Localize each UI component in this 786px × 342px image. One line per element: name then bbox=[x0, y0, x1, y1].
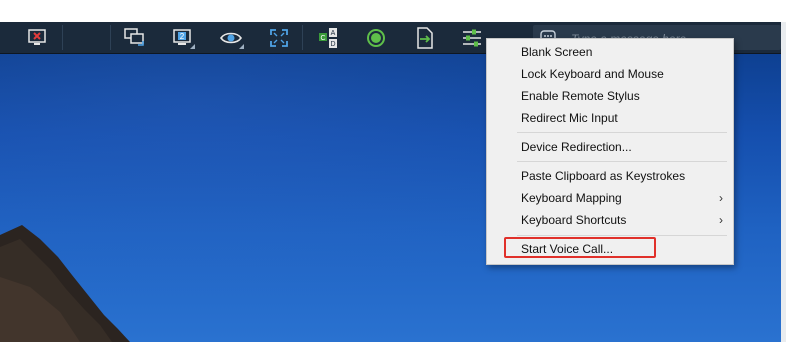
end-session-icon bbox=[28, 28, 46, 45]
fullscreen-button[interactable] bbox=[264, 25, 294, 50]
menu-separator bbox=[517, 132, 727, 133]
svg-text:C: C bbox=[320, 35, 325, 42]
record-icon bbox=[367, 28, 385, 47]
actions-menu-icon bbox=[463, 29, 481, 46]
submenu-chevron-icon: › bbox=[719, 213, 723, 227]
file-transfer-button[interactable] bbox=[410, 25, 440, 50]
actions-menu-button[interactable] bbox=[457, 25, 487, 50]
ctrl-alt-del-icon: C A D bbox=[319, 27, 337, 48]
dropdown-indicator bbox=[239, 44, 244, 49]
toolbar-separator bbox=[110, 25, 111, 50]
menu-item-enable-remote-stylus[interactable]: Enable Remote Stylus bbox=[487, 85, 733, 107]
menu-item-label: Lock Keyboard and Mouse bbox=[521, 67, 664, 81]
toolbar-separator bbox=[62, 25, 63, 50]
menu-item-redirect-mic-input[interactable]: Redirect Mic Input bbox=[487, 107, 733, 129]
menu-item-blank-screen[interactable]: Blank Screen bbox=[487, 41, 733, 63]
menu-item-label: Paste Clipboard as Keystrokes bbox=[521, 169, 686, 183]
menu-separator bbox=[517, 235, 727, 236]
toolbar-separator bbox=[302, 25, 303, 50]
menu-item-keyboard-shortcuts[interactable]: Keyboard Shortcuts › bbox=[487, 209, 733, 231]
menu-item-label: Enable Remote Stylus bbox=[521, 89, 640, 103]
annotation-highlight-box bbox=[504, 237, 656, 258]
wallpaper-rock bbox=[0, 225, 130, 342]
menu-item-label: Keyboard Mapping bbox=[521, 191, 622, 205]
view-options-button[interactable] bbox=[216, 25, 246, 50]
menu-item-label: Keyboard Shortcuts bbox=[521, 213, 627, 227]
actions-dropdown-menu: Blank Screen Lock Keyboard and Mouse Ena… bbox=[486, 38, 734, 265]
record-button[interactable] bbox=[361, 25, 391, 50]
fullscreen-icon bbox=[270, 28, 288, 47]
svg-text:A: A bbox=[331, 30, 336, 37]
ctrl-alt-del-button[interactable]: C A D bbox=[313, 25, 343, 50]
menu-item-keyboard-mapping[interactable]: Keyboard Mapping › bbox=[487, 187, 733, 209]
menu-item-lock-keyboard-mouse[interactable]: Lock Keyboard and Mouse bbox=[487, 63, 733, 85]
dropdown-indicator bbox=[190, 44, 195, 49]
menu-item-label: Blank Screen bbox=[521, 45, 593, 59]
menu-separator bbox=[517, 161, 727, 162]
file-transfer-icon bbox=[417, 26, 433, 49]
end-session-button[interactable] bbox=[22, 25, 52, 50]
monitor-2-icon: 2 bbox=[173, 28, 191, 45]
monitor-select-button[interactable]: 2 bbox=[167, 25, 197, 50]
svg-text:2: 2 bbox=[180, 32, 185, 41]
menu-item-paste-clipboard-keystrokes[interactable]: Paste Clipboard as Keystrokes bbox=[487, 165, 733, 187]
svg-text:D: D bbox=[330, 41, 335, 48]
submenu-chevron-icon: › bbox=[719, 191, 723, 205]
switch-monitor-button[interactable] bbox=[120, 25, 150, 50]
window-edge bbox=[781, 22, 786, 342]
menu-item-label: Redirect Mic Input bbox=[521, 111, 618, 125]
menu-item-label: Device Redirection... bbox=[521, 140, 632, 154]
switch-monitor-icon bbox=[124, 27, 144, 46]
menu-item-device-redirection[interactable]: Device Redirection... bbox=[487, 136, 733, 158]
